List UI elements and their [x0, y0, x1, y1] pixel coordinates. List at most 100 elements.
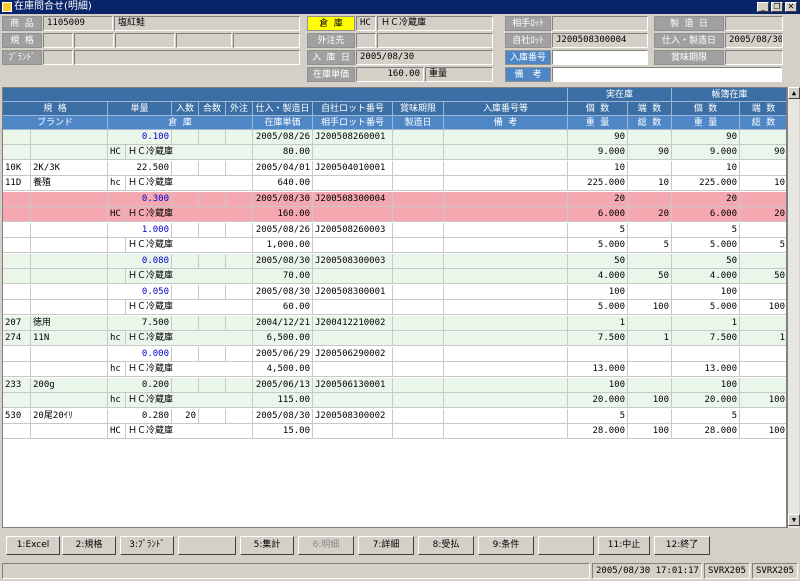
col-ckosu[interactable]: 個 数	[672, 102, 740, 116]
col-cjyuryo[interactable]: 重 量	[672, 116, 740, 130]
cell-a2: 2K/3K	[31, 161, 108, 176]
table-row[interactable]: 233 200g 0.200 2005/06/13 J200506130001 100 10…	[3, 378, 786, 393]
cell-lot: J200506290002	[313, 347, 393, 362]
nyuko-no-field[interactable]	[552, 50, 648, 65]
col-jyuryo[interactable]: 重 量	[568, 116, 628, 130]
col-brand[interactable]: ブランド	[3, 116, 108, 130]
table-row[interactable]: 530 20尾20ｲﾘ 0.280 20 2005/08/30 J200508300002…	[3, 409, 786, 424]
table-row[interactable]: ＨＣ冷蔵庫 70.00 4.000 50 4.000 50	[3, 269, 786, 284]
table-row[interactable]: 207 徳用 7.500 2004/12/21 J200412210002 1 1	[3, 316, 786, 331]
shohin-code-field[interactable]: 1105009	[43, 16, 113, 31]
fkey-8-button[interactable]: 8:受払	[418, 536, 474, 555]
kikaku-field-2	[74, 33, 114, 48]
cell-date: 2004/12/21	[253, 316, 313, 331]
nyuko-date-field[interactable]: 2005/08/30	[356, 50, 493, 65]
grid-scrollbar[interactable]: ▲ ▼	[787, 87, 800, 528]
cell-lot: J200508260003	[313, 223, 393, 238]
fkey-5-button[interactable]: 5:集計	[240, 536, 294, 555]
fkey-3-button[interactable]: 3:ﾌﾞﾗﾝﾄﾞ	[120, 536, 174, 555]
cell-tanryo: 1.000	[108, 223, 172, 238]
jisha-lot-field[interactable]: J200508300004	[552, 33, 648, 48]
col-kosu[interactable]: 個 数	[568, 102, 628, 116]
fkey-10-button[interactable]	[538, 536, 594, 555]
window-title: 在庫問合せ(明細)	[14, 1, 92, 12]
souko-code-field[interactable]: HC	[356, 16, 376, 31]
gaichu-code-field[interactable]	[356, 33, 376, 48]
col-gosu[interactable]: 合数	[199, 102, 226, 116]
cell-aite	[313, 145, 393, 160]
table-row[interactable]: 10K 2K/3K 22.500 2005/04/01 J200504010001 10 1…	[3, 161, 786, 176]
table-row[interactable]: 11D 養殖 hc ＨＣ冷蔵庫 640.00 225.000 10 225.000 10	[3, 176, 786, 191]
col-irisu[interactable]: 入数	[172, 102, 199, 116]
cell-b2	[31, 300, 108, 315]
col-seizo[interactable]: 製造日	[393, 116, 444, 130]
col-gaichu[interactable]: 外注	[226, 102, 253, 116]
cell-jyuryo: 225.000	[568, 176, 628, 191]
table-row[interactable]: ＨＣ冷蔵庫 1,000.00 5.000 5 5.000 5	[3, 238, 786, 253]
col-sosu[interactable]: 総 数	[628, 116, 672, 130]
fkey-6-button[interactable]: 6:明細	[298, 536, 354, 555]
col-date[interactable]: 仕入・製造日	[253, 102, 313, 116]
fkey-2-button[interactable]: 2:規格	[62, 536, 116, 555]
cell-gaichu	[226, 130, 253, 145]
cell-souko: ＨＣ冷蔵庫	[126, 238, 253, 253]
cell-cjyuryo: 5.000	[672, 238, 740, 253]
restore-button[interactable]: ❐	[771, 2, 783, 12]
table-row[interactable]: 274 11N hc ＨＣ冷蔵庫 6,500.00 7.500 1 7.500 1	[3, 331, 786, 346]
col-chasu[interactable]: 端 数	[740, 102, 786, 116]
table-row[interactable]: 0.300 2005/08/30 J200508300004 20 20	[3, 192, 786, 207]
col-csosu[interactable]: 総 数	[740, 116, 786, 130]
table-row[interactable]: hc ＨＣ冷蔵庫 115.00 20.000 100 20.000 100	[3, 393, 786, 408]
cell-lot: J200508260001	[313, 130, 393, 145]
table-row[interactable]: HC ＨＣ冷蔵庫 160.00 6.000 20 6.000 20	[3, 207, 786, 222]
kikaku-field-1[interactable]	[43, 33, 73, 48]
table-row[interactable]: 1.000 2005/08/26 J200508260003 5 5	[3, 223, 786, 238]
fkey-9-button[interactable]: 9:条件	[478, 536, 534, 555]
cell-hasu	[628, 409, 672, 424]
cell-csosu: 5	[740, 238, 786, 253]
brand-code-field[interactable]	[43, 50, 73, 65]
col-aite-lot[interactable]: 相手ロット番号	[313, 116, 393, 130]
cell-gosu	[199, 316, 226, 331]
cell-tanryo: 0.000	[108, 347, 172, 362]
cell-ckosu: 100	[672, 378, 740, 393]
fkey-4-button[interactable]	[178, 536, 236, 555]
close-button[interactable]: ✕	[785, 2, 797, 12]
cell-gosu	[199, 223, 226, 238]
cell-sosu: 10	[628, 176, 672, 191]
cell-irisu	[172, 161, 199, 176]
fkey-7-button[interactable]: 7:詳細	[358, 536, 414, 555]
scroll-down-icon[interactable]: ▼	[788, 514, 800, 526]
col-hasu[interactable]: 端 数	[628, 102, 672, 116]
kikaku-field-3	[115, 33, 175, 48]
biko-field[interactable]	[552, 67, 782, 82]
col-tanryo[interactable]: 単量	[108, 102, 172, 116]
fkey-1-button[interactable]: 1:Excel	[6, 536, 60, 555]
col-lot[interactable]: 自社ロット番号	[313, 102, 393, 116]
cell-cjyuryo: 6.000	[672, 207, 740, 222]
app-icon	[2, 2, 12, 12]
fkey-12-button[interactable]: 12:終了	[654, 536, 710, 555]
scroll-up-icon[interactable]: ▲	[788, 87, 800, 99]
table-row[interactable]: 0.000 2005/06/29 J200506290002	[3, 347, 786, 362]
cell-souko_c: HC	[108, 207, 126, 222]
col-nyuko-no[interactable]: 入庫番号等	[444, 102, 568, 116]
col-biko[interactable]: 備 考	[444, 116, 568, 130]
minimize-button[interactable]: _	[757, 2, 769, 12]
cell-irisu	[172, 254, 199, 269]
table-row[interactable]: 0.080 2005/08/30 J200508300003 50 50	[3, 254, 786, 269]
table-row[interactable]: ＨＣ冷蔵庫 60.00 5.000 100 5.000 100	[3, 300, 786, 315]
cell-b1	[3, 207, 31, 222]
table-row[interactable]: HC ＨＣ冷蔵庫 80.00 9.000 90 9.000 90	[3, 145, 786, 160]
col-souko[interactable]: 倉 庫	[108, 116, 253, 130]
col-kikaku[interactable]: 規 格	[3, 102, 108, 116]
table-row[interactable]: 0.050 2005/08/30 J200508300001 100 100	[3, 285, 786, 300]
table-row[interactable]: 0.100 2005/08/26 J200508260001 90 90	[3, 130, 786, 145]
table-row[interactable]: hc ＨＣ冷蔵庫 4,500.00 13.000 13.000	[3, 362, 786, 377]
col-shomi[interactable]: 賞味期限	[393, 102, 444, 116]
col-tanka[interactable]: 在庫単価	[253, 116, 313, 130]
fkey-11-button[interactable]: 11:中止	[598, 536, 650, 555]
cell-chasu	[740, 254, 786, 269]
aite-lot-field[interactable]	[552, 16, 648, 31]
table-row[interactable]: HC ＨＣ冷蔵庫 15.00 28.000 100 28.000 100	[3, 424, 786, 439]
